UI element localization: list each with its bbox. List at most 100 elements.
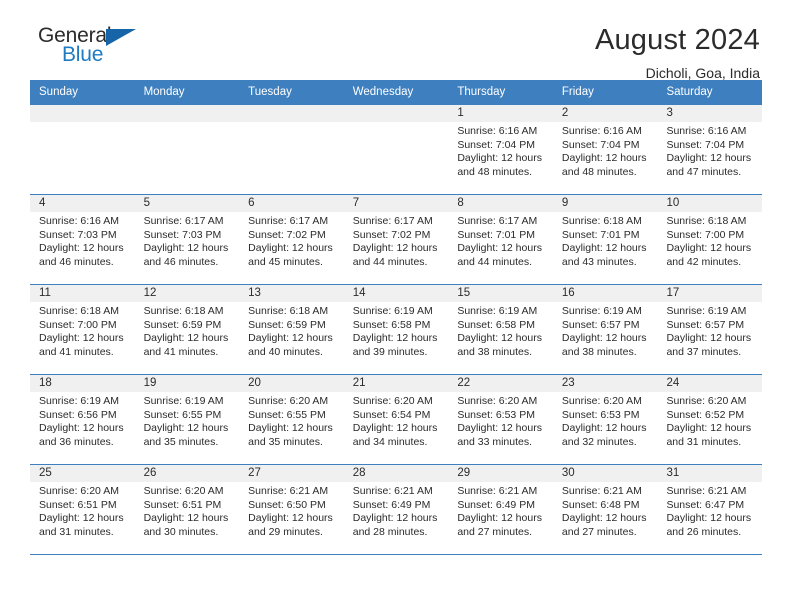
sunset-text: Sunset: 7:00 PM <box>39 318 117 331</box>
day-number: 10 <box>657 195 763 212</box>
weekday-header-friday: Friday <box>561 86 594 98</box>
calendar-week-row: 4 Sunrise: 6:16 AM Sunset: 7:03 PM Daylight… <box>30 194 763 284</box>
daylight-text-line2: and 30 minutes. <box>143 525 219 538</box>
daylight-text-line2: and 37 minutes. <box>666 345 742 358</box>
day-sun-info: Sunrise: 6:18 AM Sunset: 7:00 PM Daylight:… <box>657 212 762 269</box>
day-sun-info: Sunrise: 6:16 AM Sunset: 7:04 PM Daylight:… <box>657 122 762 179</box>
calendar-day-cell[interactable]: 2 Sunrise: 6:16 AM Sunset: 7:04 PM Daylight… <box>552 105 658 194</box>
sunset-text: Sunset: 6:58 PM <box>457 318 535 331</box>
day-sun-info: Sunrise: 6:20 AM Sunset: 6:53 PM Daylight:… <box>553 392 658 449</box>
day-sun-info: Sunrise: 6:17 AM Sunset: 7:01 PM Daylight:… <box>448 212 553 269</box>
day-sun-info: Sunrise: 6:20 AM Sunset: 6:51 PM Daylight:… <box>135 482 240 539</box>
daylight-text-line1: Daylight: 12 hours <box>457 332 542 344</box>
calendar-day-cell[interactable]: 27 Sunrise: 6:21 AM Sunset: 6:50 PM Dayligh… <box>239 465 344 554</box>
daylight-text-line1: Daylight: 12 hours <box>457 152 542 164</box>
sunrise-text: Sunrise: 6:17 AM <box>352 215 433 227</box>
calendar-day-cell[interactable]: 15 Sunrise: 6:19 AM Sunset: 6:58 PM Dayligh… <box>448 285 553 374</box>
daylight-text-line2: and 35 minutes. <box>143 435 219 448</box>
daylight-text-line2: and 45 minutes. <box>248 255 323 268</box>
calendar-day-cell[interactable]: 9 Sunrise: 6:18 AM Sunset: 7:01 PM Daylight… <box>552 195 658 284</box>
daylight-text-line1: Daylight: 12 hours <box>39 332 124 344</box>
calendar-day-cell-empty <box>30 105 135 194</box>
calendar-day-cell[interactable]: 23 Sunrise: 6:20 AM Sunset: 6:53 PM Dayligh… <box>552 375 658 464</box>
calendar-day-cell[interactable]: 12 Sunrise: 6:18 AM Sunset: 6:59 PM Dayligh… <box>134 285 240 374</box>
brand-logo[interactable]: General Blue <box>30 24 150 72</box>
calendar-day-cell[interactable]: 26 Sunrise: 6:20 AM Sunset: 6:51 PM Dayligh… <box>134 465 240 554</box>
day-number: 19 <box>134 375 240 392</box>
sunrise-text: Sunrise: 6:16 AM <box>457 125 538 137</box>
sunset-text: Sunset: 6:48 PM <box>561 498 640 511</box>
calendar-day-cell[interactable]: 24 Sunrise: 6:20 AM Sunset: 6:52 PM Dayligh… <box>657 375 763 464</box>
calendar-day-cell[interactable]: 13 Sunrise: 6:18 AM Sunset: 6:59 PM Dayligh… <box>239 285 344 374</box>
day-number: 5 <box>134 195 240 212</box>
calendar-day-cell[interactable]: 1 Sunrise: 6:16 AM Sunset: 7:04 PM Daylight… <box>448 105 553 194</box>
daylight-text-line2: and 29 minutes. <box>248 525 323 538</box>
calendar-day-cell[interactable]: 28 Sunrise: 6:21 AM Sunset: 6:49 PM Dayligh… <box>343 465 449 554</box>
daylight-text-line1: Daylight: 12 hours <box>248 422 333 434</box>
day-sun-info: Sunrise: 6:21 AM Sunset: 6:48 PM Daylight:… <box>553 482 658 539</box>
calendar-day-cell[interactable]: 21 Sunrise: 6:20 AM Sunset: 6:54 PM Dayligh… <box>343 375 449 464</box>
daylight-text-line1: Daylight: 12 hours <box>666 242 752 254</box>
calendar-day-cell[interactable]: 7 Sunrise: 6:17 AM Sunset: 7:02 PM Daylight… <box>343 195 449 284</box>
calendar-day-cell[interactable]: 14 Sunrise: 6:19 AM Sunset: 6:58 PM Dayligh… <box>343 285 449 374</box>
day-sun-info: Sunrise: 6:17 AM Sunset: 7:03 PM Daylight:… <box>135 212 240 269</box>
calendar-day-cell[interactable]: 19 Sunrise: 6:19 AM Sunset: 6:55 PM Dayligh… <box>134 375 240 464</box>
calendar-day-cell[interactable]: 5 Sunrise: 6:17 AM Sunset: 7:03 PM Daylight… <box>134 195 240 284</box>
daylight-text-line1: Daylight: 12 hours <box>143 332 229 344</box>
sunrise-text: Sunrise: 6:16 AM <box>666 125 747 137</box>
daylight-text-line1: Daylight: 12 hours <box>352 332 438 344</box>
daylight-text-line1: Daylight: 12 hours <box>39 242 124 254</box>
calendar-day-cell[interactable]: 8 Sunrise: 6:17 AM Sunset: 7:01 PM Daylight… <box>448 195 553 284</box>
calendar-day-cell[interactable]: 4 Sunrise: 6:16 AM Sunset: 7:03 PM Daylight… <box>30 195 135 284</box>
weekday-header-sunday: Sunday <box>39 86 79 98</box>
calendar-day-cell[interactable]: 3 Sunrise: 6:16 AM Sunset: 7:04 PM Daylight… <box>657 105 763 194</box>
sunset-text: Sunset: 6:52 PM <box>666 408 745 421</box>
sunset-text: Sunset: 6:54 PM <box>352 408 431 421</box>
day-sun-info: Sunrise: 6:19 AM Sunset: 6:57 PM Daylight:… <box>553 302 658 359</box>
calendar-day-cell[interactable]: 6 Sunrise: 6:17 AM Sunset: 7:02 PM Daylight… <box>239 195 344 284</box>
sunrise-text: Sunrise: 6:21 AM <box>352 485 433 497</box>
calendar-day-cell-empty <box>343 105 449 194</box>
calendar-day-cell[interactable]: 30 Sunrise: 6:21 AM Sunset: 6:48 PM Dayligh… <box>552 465 658 554</box>
calendar-day-cell[interactable]: 29 Sunrise: 6:21 AM Sunset: 6:49 PM Dayligh… <box>448 465 553 554</box>
sunrise-text: Sunrise: 6:16 AM <box>39 215 119 227</box>
day-sun-info <box>135 122 240 125</box>
daylight-text-line1: Daylight: 12 hours <box>561 332 647 344</box>
sunset-text: Sunset: 6:51 PM <box>39 498 117 511</box>
day-sun-info: Sunrise: 6:20 AM Sunset: 6:54 PM Daylight:… <box>344 392 449 449</box>
day-number: 24 <box>657 375 763 392</box>
day-number: 6 <box>239 195 344 212</box>
sunset-text: Sunset: 7:00 PM <box>666 228 745 241</box>
sunset-text: Sunset: 6:55 PM <box>143 408 222 421</box>
day-sun-info: Sunrise: 6:16 AM Sunset: 7:04 PM Daylight:… <box>448 122 553 179</box>
daylight-text-line2: and 42 minutes. <box>666 255 742 268</box>
calendar-day-cell[interactable]: 20 Sunrise: 6:20 AM Sunset: 6:55 PM Dayligh… <box>239 375 344 464</box>
sunrise-text: Sunrise: 6:17 AM <box>143 215 224 227</box>
daylight-text-line2: and 41 minutes. <box>143 345 219 358</box>
sunset-text: Sunset: 7:02 PM <box>352 228 431 241</box>
calendar-day-cell[interactable]: 18 Sunrise: 6:19 AM Sunset: 6:56 PM Dayligh… <box>30 375 135 464</box>
calendar-day-cell[interactable]: 31 Sunrise: 6:21 AM Sunset: 6:47 PM Dayligh… <box>657 465 763 554</box>
calendar-day-cell[interactable]: 17 Sunrise: 6:19 AM Sunset: 6:57 PM Dayligh… <box>657 285 763 374</box>
calendar-weeks: 1 Sunrise: 6:16 AM Sunset: 7:04 PM Daylight… <box>30 104 763 555</box>
sunset-text: Sunset: 6:53 PM <box>561 408 640 421</box>
day-number <box>343 105 449 122</box>
calendar-day-cell[interactable]: 22 Sunrise: 6:20 AM Sunset: 6:53 PM Dayligh… <box>448 375 553 464</box>
daylight-text-line2: and 38 minutes. <box>561 345 637 358</box>
sunrise-text: Sunrise: 6:19 AM <box>352 305 433 317</box>
sunrise-text: Sunrise: 6:17 AM <box>457 215 538 227</box>
calendar-day-cell[interactable]: 11 Sunrise: 6:18 AM Sunset: 7:00 PM Dayligh… <box>30 285 135 374</box>
calendar-day-cell[interactable]: 10 Sunrise: 6:18 AM Sunset: 7:00 PM Dayligh… <box>657 195 763 284</box>
day-number: 11 <box>30 285 135 302</box>
day-sun-info: Sunrise: 6:20 AM Sunset: 6:53 PM Daylight:… <box>448 392 553 449</box>
day-number: 26 <box>134 465 240 482</box>
calendar-day-cell[interactable]: 25 Sunrise: 6:20 AM Sunset: 6:51 PM Dayligh… <box>30 465 135 554</box>
day-number: 16 <box>552 285 658 302</box>
calendar-day-cell[interactable]: 16 Sunrise: 6:19 AM Sunset: 6:57 PM Dayligh… <box>552 285 658 374</box>
sunset-text: Sunset: 6:57 PM <box>561 318 640 331</box>
page-title: August 2024 <box>594 24 760 56</box>
day-sun-info: Sunrise: 6:21 AM Sunset: 6:47 PM Daylight:… <box>657 482 762 539</box>
day-sun-info: Sunrise: 6:16 AM Sunset: 7:03 PM Daylight:… <box>30 212 135 269</box>
sunset-text: Sunset: 6:50 PM <box>248 498 326 511</box>
calendar-day-cell-empty <box>134 105 240 194</box>
